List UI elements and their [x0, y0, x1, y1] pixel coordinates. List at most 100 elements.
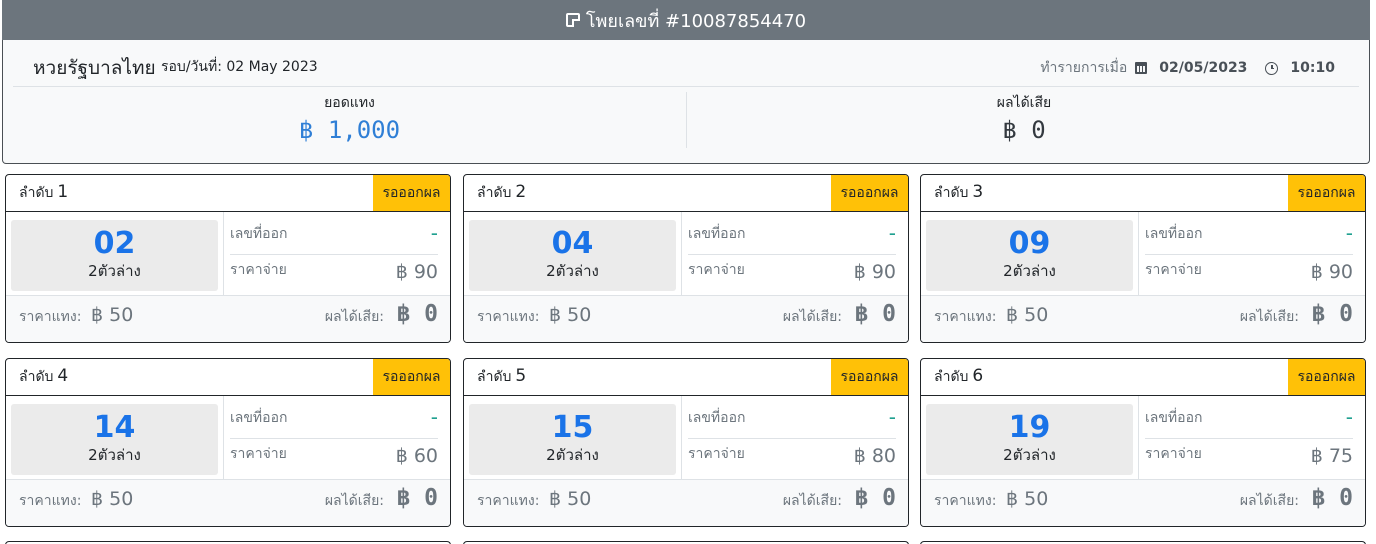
card-footer: ราคาแทง: ฿ 50 ผลได้เสีย: ฿ 0 [921, 479, 1365, 526]
bet-number: 04 [551, 226, 594, 261]
payout-value: ฿ 90 [1310, 261, 1353, 283]
profit-block: ผลได้เสีย ฿ 0 [687, 92, 1361, 144]
card-header: ลำดับ 5 รอออกผล [464, 359, 908, 396]
info-divider [1145, 254, 1353, 255]
payout-row: ราคาจ่าย ฿ 90 [688, 259, 896, 283]
bet-type: 2ตัวล่าง [1003, 262, 1056, 280]
payout-row: ราคาจ่าย ฿ 80 [688, 443, 896, 467]
transaction-info: ทำรายการเมื่อ 02/05/2023 10:10 [1040, 57, 1335, 79]
ticket-title: โพยเลขที่ #10087854470 [585, 10, 807, 32]
payout-row: ราคาจ่าย ฿ 60 [230, 443, 438, 467]
ticket-summary: หวยรัฐบาลไทย รอบ/วันที่: 02 May 2023 ทำร… [2, 40, 1370, 164]
card-header: ลำดับ 6 รอออกผล [921, 359, 1365, 396]
status-badge: รอออกผล [1288, 175, 1365, 211]
bet-number-box: 15 2ตัวล่าง [469, 404, 676, 475]
bet-number-box: 02 2ตัวล่าง [11, 220, 218, 291]
status-badge: รอออกผล [1288, 359, 1365, 395]
round-label: รอบ/วันที่: 02 May 2023 [161, 59, 318, 75]
payout-value: ฿ 75 [1310, 445, 1353, 467]
status-badge: รอออกผล [831, 175, 908, 211]
payout-label: ราคาจ่าย [230, 262, 287, 278]
card-divider [223, 396, 224, 480]
bet-value: ฿ 50 [1006, 488, 1049, 510]
item-profit-value: ฿ 0 [396, 485, 438, 511]
bet-value: ฿ 50 [91, 304, 134, 326]
bet-label: ราคาแทง: [19, 309, 82, 325]
bet-value: ฿ 50 [91, 488, 134, 510]
card-divider [223, 212, 224, 296]
sequence-number: 2 [515, 182, 527, 202]
bet-type: 2ตัวล่าง [546, 262, 599, 280]
bet-number-box: 19 2ตัวล่าง [926, 404, 1133, 475]
bet-type: 2ตัวล่าง [546, 446, 599, 464]
bet-item-card: ลำดับ 6 รอออกผล 19 2ตัวล่าง เลขที่ออก - รา… [920, 358, 1366, 527]
bet-number-box: 14 2ตัวล่าง [11, 404, 218, 475]
item-profit-label: ผลได้เสีย: [1239, 309, 1299, 325]
drawn-label: เลขที่ออก [1145, 410, 1203, 426]
bet-total-value: ฿ 1,000 [298, 116, 401, 144]
drawn-label: เลขที่ออก [688, 410, 746, 426]
ticket-header: โพยเลขที่ #10087854470 [2, 0, 1370, 40]
sequence: ลำดับ 6 [934, 366, 983, 388]
payout-label: ราคาจ่าย [688, 446, 745, 462]
item-profit-label: ผลได้เสีย: [782, 493, 842, 509]
sequence-label: ลำดับ [477, 369, 512, 385]
summary-divider [13, 86, 1359, 87]
drawn-row: เลขที่ออก - [230, 221, 438, 245]
card-divider [681, 396, 682, 480]
bet-label: ราคาแทง: [934, 493, 997, 509]
status-badge: รอออกผล [373, 175, 450, 211]
bet-label: ราคาแทง: [477, 309, 540, 325]
drawn-value: - [1345, 221, 1353, 245]
calendar-icon [1135, 62, 1148, 74]
drawn-value: - [1345, 405, 1353, 429]
payout-row: ราคาจ่าย ฿ 75 [1145, 443, 1353, 467]
drawn-label: เลขที่ออก [230, 226, 288, 242]
payout-value: ฿ 90 [395, 261, 438, 283]
sequence-label: ลำดับ [934, 185, 969, 201]
bet-number: 15 [551, 410, 594, 445]
bet-item-card: ลำดับ 2 รอออกผล 04 2ตัวล่าง เลขที่ออก - รา… [463, 174, 909, 343]
bet-label: ราคาแทง: [934, 309, 997, 325]
bet-total-block: ยอดแทง ฿ 1,000 [13, 92, 687, 148]
bet-number: 14 [93, 410, 136, 445]
bet-item-card: ลำดับ 5 รอออกผล 15 2ตัวล่าง เลขที่ออก - รา… [463, 358, 909, 527]
bet-item-card: ลำดับ 1 รอออกผล 02 2ตัวล่าง เลขที่ออก - รา… [5, 174, 451, 343]
item-profit-label: ผลได้เสีย: [324, 493, 384, 509]
drawn-label: เลขที่ออก [688, 226, 746, 242]
sequence-label: ลำดับ [477, 185, 512, 201]
info-divider [230, 254, 438, 255]
card-divider [681, 212, 682, 296]
card-footer: ราคาแทง: ฿ 50 ผลได้เสีย: ฿ 0 [6, 479, 450, 526]
drawn-row: เลขที่ออก - [688, 221, 896, 245]
item-profit-value: ฿ 0 [396, 301, 438, 327]
card-header: ลำดับ 3 รอออกผล [921, 175, 1365, 212]
sequence: ลำดับ 1 [19, 182, 68, 204]
drawn-value: - [888, 221, 896, 245]
profit-label: ผลได้เสีย [996, 95, 1052, 111]
bet-number: 09 [1008, 226, 1051, 261]
card-divider [1138, 396, 1139, 480]
bet-number: 02 [93, 226, 136, 261]
transaction-label: ทำรายการเมื่อ [1040, 60, 1128, 76]
sequence: ลำดับ 4 [19, 366, 68, 388]
drawn-value: - [888, 405, 896, 429]
item-profit-label: ผลได้เสีย: [1239, 493, 1299, 509]
drawn-value: - [430, 405, 438, 429]
card-footer: ราคาแทง: ฿ 50 ผลได้เสีย: ฿ 0 [464, 295, 908, 342]
payout-row: ราคาจ่าย ฿ 90 [1145, 259, 1353, 283]
card-header: ลำดับ 2 รอออกผล [464, 175, 908, 212]
item-profit-value: ฿ 0 [1311, 485, 1353, 511]
sequence: ลำดับ 2 [477, 182, 526, 204]
drawn-value: - [430, 221, 438, 245]
profit-value: ฿ 0 [1002, 116, 1046, 144]
card-footer: ราคาแทง: ฿ 50 ผลได้เสีย: ฿ 0 [6, 295, 450, 342]
info-divider [688, 254, 896, 255]
drawn-row: เลขที่ออก - [1145, 405, 1353, 429]
bet-total-label: ยอดแทง [324, 95, 375, 111]
clock-icon [1265, 61, 1279, 75]
card-footer: ราคาแทง: ฿ 50 ผลได้เสีย: ฿ 0 [921, 295, 1365, 342]
info-divider [688, 438, 896, 439]
lottery-name: หวยรัฐบาลไทย [33, 57, 156, 79]
info-divider [230, 438, 438, 439]
